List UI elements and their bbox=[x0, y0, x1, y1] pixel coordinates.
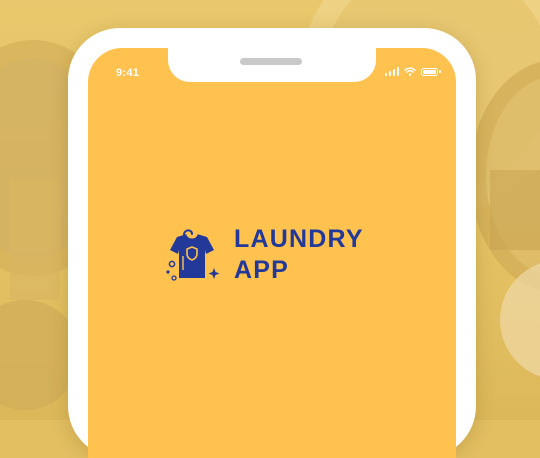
speaker-grille bbox=[240, 58, 302, 65]
t-shirt-icon bbox=[166, 229, 220, 281]
app-name: LAUNDRY APP bbox=[234, 224, 364, 286]
battery-icon bbox=[421, 67, 441, 76]
wifi-icon bbox=[404, 67, 416, 76]
app-logo: LAUNDRY APP bbox=[162, 224, 364, 286]
washer-shape bbox=[500, 260, 540, 380]
washer-panel bbox=[10, 180, 60, 300]
washer-panel bbox=[490, 170, 540, 250]
phone-notch bbox=[168, 48, 376, 82]
status-bar-time: 9:41 bbox=[116, 67, 140, 79]
splash-screen[interactable]: 9:41 LAUNDRY APP bbox=[88, 48, 456, 458]
app-name-line-2: APP bbox=[234, 256, 290, 284]
phone-frame: 9:41 LAUNDRY APP bbox=[68, 28, 476, 458]
status-bar-icons bbox=[384, 67, 441, 76]
app-name-line-1: LAUNDRY bbox=[234, 225, 364, 253]
cellular-signal-icon bbox=[384, 67, 399, 76]
